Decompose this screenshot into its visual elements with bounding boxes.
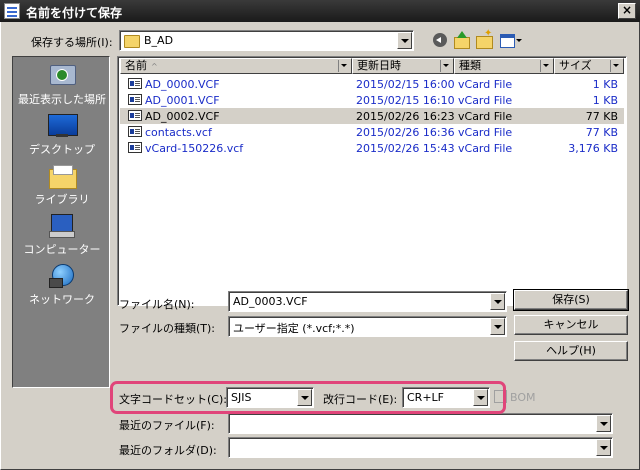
- file-type: vCard File: [458, 142, 513, 155]
- place-label: 最近表示した場所: [18, 93, 106, 106]
- place-label: ライブラリ: [34, 193, 90, 206]
- column-header-type[interactable]: 種類: [454, 58, 554, 74]
- window-title: 名前を付けて保存: [26, 6, 123, 20]
- file-name: vCard-150226.vcf: [145, 142, 244, 155]
- filetype-value: ユーザー指定 (*.vcf;*.*): [233, 322, 355, 335]
- place-label: コンピューター: [23, 243, 101, 256]
- file-name: AD_0002.VCF: [145, 110, 220, 123]
- vcard-file-icon: [128, 126, 142, 137]
- bom-label: BOM: [510, 391, 536, 404]
- location-label: 保存する場所(I):: [31, 36, 113, 49]
- chevron-down-icon[interactable]: [540, 60, 552, 72]
- vcard-file-icon: [128, 94, 142, 105]
- filename-input[interactable]: AD_0003.VCF: [228, 291, 507, 312]
- file-name: AD_0001.VCF: [145, 94, 220, 107]
- place-label: ネットワーク: [29, 293, 95, 306]
- file-name: contacts.vcf: [145, 126, 212, 139]
- chevron-down-icon[interactable]: [490, 318, 505, 335]
- location-value: B_AD: [144, 34, 174, 47]
- filetype-dropdown[interactable]: ユーザー指定 (*.vcf;*.*): [228, 316, 507, 337]
- chevron-down-icon[interactable]: [397, 32, 412, 49]
- highlight-annotation: [110, 381, 506, 414]
- place-library[interactable]: ライブラリ: [13, 163, 111, 207]
- file-modified: 2015/02/26 16:36: [356, 126, 455, 139]
- file-row[interactable]: vCard-150226.vcf 2015/02/26 15:43 vCard …: [120, 140, 624, 156]
- help-button[interactable]: ヘルプ(H): [514, 341, 628, 361]
- title-bar: 名前を付けて保存 ×: [0, 0, 640, 22]
- column-header-name[interactable]: 名前 ^: [120, 58, 352, 74]
- vcard-file-icon: [128, 142, 142, 153]
- place-network[interactable]: ネットワーク: [13, 263, 111, 307]
- place-desktop[interactable]: デスクトップ: [13, 113, 111, 157]
- file-size: 77 KB: [585, 110, 618, 123]
- file-row[interactable]: AD_0001.VCF 2015/02/15 16:10 vCard File …: [120, 92, 624, 108]
- file-list[interactable]: 名前 ^ 更新日時 種類 サイズ AD_0000.VCF 2015/02/15 1…: [117, 56, 627, 306]
- chevron-down-icon[interactable]: [610, 60, 622, 72]
- column-header-modified[interactable]: 更新日時: [352, 58, 454, 74]
- file-row[interactable]: contacts.vcf 2015/02/26 16:36 vCard File…: [120, 124, 624, 140]
- file-row[interactable]: AD_0000.VCF 2015/02/15 16:00 vCard File …: [120, 76, 624, 92]
- new-folder-icon[interactable]: [475, 28, 493, 49]
- filename-label: ファイル名(N):: [119, 298, 195, 311]
- folder-icon: [124, 35, 140, 48]
- file-size: 3,176 KB: [568, 142, 618, 155]
- file-size: 1 KB: [592, 94, 618, 107]
- file-modified: 2015/02/15 16:00: [356, 78, 455, 91]
- sort-ascending-icon: ^: [151, 62, 158, 71]
- file-type: vCard File: [458, 126, 513, 139]
- cancel-button[interactable]: キャンセル: [514, 315, 628, 335]
- file-type: vCard File: [458, 78, 513, 91]
- desktop-icon: [47, 113, 78, 139]
- chevron-down-icon[interactable]: [440, 60, 452, 72]
- vcard-file-icon: [128, 110, 142, 121]
- chevron-down-icon[interactable]: [490, 293, 505, 310]
- file-row-selected[interactable]: AD_0002.VCF 2015/02/26 16:23 vCard File …: [120, 108, 624, 124]
- file-type: vCard File: [458, 110, 513, 123]
- recent-folders-dropdown[interactable]: [228, 437, 613, 458]
- file-type: vCard File: [458, 94, 513, 107]
- file-size: 1 KB: [592, 78, 618, 91]
- up-folder-icon[interactable]: [453, 31, 471, 49]
- location-dropdown[interactable]: B_AD: [119, 30, 414, 51]
- close-button[interactable]: ×: [618, 3, 636, 19]
- places-bar: 最近表示した場所 デスクトップ ライブラリ コンピューター ネットワーク: [12, 56, 110, 388]
- filename-value: AD_0003.VCF: [233, 295, 308, 308]
- computer-icon: [47, 213, 77, 239]
- place-label: デスクトップ: [29, 143, 95, 156]
- recent-files-dropdown[interactable]: [228, 413, 613, 434]
- back-icon[interactable]: [431, 31, 449, 49]
- recent-files-label: 最近のファイル(F):: [119, 419, 215, 432]
- save-button[interactable]: 保存(S): [513, 289, 629, 311]
- chevron-down-icon[interactable]: [338, 60, 350, 72]
- library-icon: [47, 163, 77, 189]
- file-name: AD_0000.VCF: [145, 78, 220, 91]
- notepad-icon: [4, 3, 20, 19]
- vcard-file-icon: [128, 78, 142, 89]
- recent-folders-label: 最近のフォルダ(D):: [119, 444, 217, 457]
- file-modified: 2015/02/15 16:10: [356, 94, 455, 107]
- filetype-label: ファイルの種類(T):: [119, 322, 216, 335]
- file-size: 77 KB: [585, 126, 618, 139]
- recent-places-icon: [47, 63, 77, 89]
- place-recent[interactable]: 最近表示した場所: [13, 63, 111, 107]
- file-modified: 2015/02/26 15:43: [356, 142, 455, 155]
- view-menu-icon[interactable]: [499, 31, 523, 49]
- chevron-down-icon[interactable]: [596, 415, 611, 432]
- chevron-down-icon[interactable]: [596, 439, 611, 456]
- network-icon: [47, 263, 77, 289]
- place-computer[interactable]: コンピューター: [13, 213, 111, 257]
- column-header-size[interactable]: サイズ: [554, 58, 624, 74]
- file-modified: 2015/02/26 16:23: [356, 110, 455, 123]
